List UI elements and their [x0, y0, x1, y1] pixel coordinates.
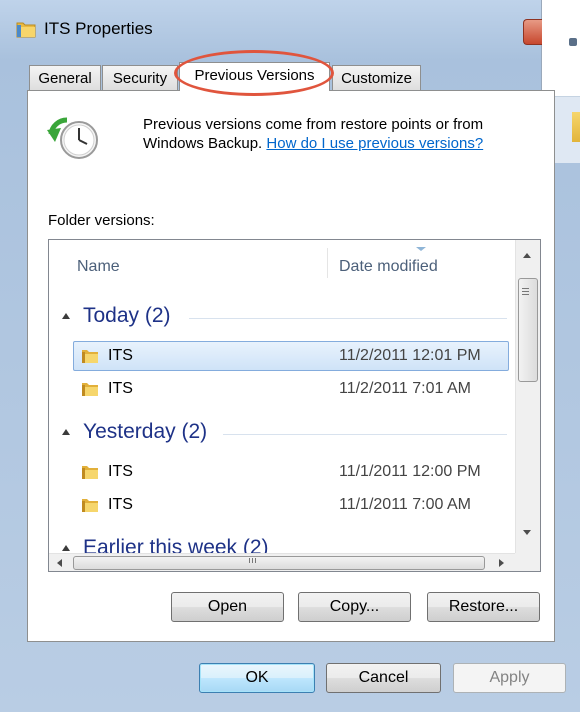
- tab-security[interactable]: Security: [102, 65, 178, 90]
- group-label: Yesterday (2): [83, 420, 208, 443]
- vertical-scrollbar[interactable]: [515, 240, 540, 553]
- scroll-left-arrow-icon[interactable]: [57, 559, 62, 567]
- ok-button[interactable]: OK: [199, 663, 315, 693]
- scrollbar-corner: [515, 553, 540, 571]
- column-header: Name Date modified: [49, 240, 515, 284]
- cancel-button-label: Cancel: [358, 669, 409, 686]
- collapse-triangle-icon[interactable]: [62, 545, 70, 551]
- folder-icon: [82, 466, 98, 479]
- tab-security-label: Security: [112, 70, 168, 87]
- copy-button[interactable]: Copy...: [298, 592, 411, 622]
- item-name: ITS: [108, 347, 133, 364]
- ok-button-label: OK: [245, 669, 269, 686]
- scroll-right-arrow-icon[interactable]: [499, 559, 504, 567]
- sort-arrow-icon: [416, 247, 426, 251]
- help-link[interactable]: How do I use previous versions?: [266, 135, 483, 152]
- apply-button-label: Apply: [489, 669, 530, 686]
- item-date: 11/2/2011 12:01 PM: [339, 347, 481, 364]
- versions-list[interactable]: Name Date modified Today (2) ITS 11/2/20…: [48, 239, 541, 572]
- folder-icon: [16, 22, 36, 38]
- group-label: Today (2): [83, 304, 171, 327]
- close-button[interactable]: [523, 19, 542, 45]
- folder-icon: [82, 499, 98, 512]
- item-name: ITS: [108, 380, 133, 397]
- tab-general-label: General: [38, 70, 92, 87]
- restore-button-label: Restore...: [448, 598, 519, 615]
- title-bar[interactable]: ITS Properties: [0, 0, 542, 60]
- open-button-label: Open: [207, 598, 248, 615]
- horizontal-scrollbar[interactable]: [49, 553, 515, 571]
- horizontal-scroll-thumb[interactable]: [73, 556, 485, 570]
- copy-button-label: Copy...: [329, 598, 380, 615]
- group-yesterday[interactable]: Yesterday (2): [49, 418, 515, 448]
- open-button[interactable]: Open: [171, 592, 284, 622]
- list-item[interactable]: ITS 11/1/2011 7:00 AM: [49, 490, 515, 520]
- tab-customize[interactable]: Customize: [332, 65, 421, 90]
- scroll-grip-icon: [522, 288, 529, 289]
- collapse-triangle-icon[interactable]: [62, 313, 70, 319]
- scroll-grip-icon: [249, 558, 250, 563]
- scroll-up-arrow-icon[interactable]: [523, 253, 531, 258]
- restore-button[interactable]: Restore...: [427, 592, 540, 622]
- apply-button[interactable]: Apply: [453, 663, 566, 693]
- tab-general[interactable]: General: [29, 65, 101, 90]
- background-folder-icon: [572, 112, 580, 142]
- folder-icon: [82, 350, 98, 363]
- column-name[interactable]: Name: [77, 258, 120, 276]
- column-separator[interactable]: [327, 248, 328, 278]
- group-divider: [189, 318, 507, 319]
- window-title: ITS Properties: [44, 19, 153, 38]
- group-divider: [223, 434, 507, 435]
- tab-previous-versions-label: Previous Versions: [194, 67, 315, 84]
- vertical-scroll-thumb[interactable]: [518, 278, 538, 382]
- column-date-modified[interactable]: Date modified: [339, 258, 438, 276]
- list-item[interactable]: ITS 11/2/2011 7:01 AM: [49, 374, 515, 404]
- item-name: ITS: [108, 496, 133, 513]
- collapse-triangle-icon[interactable]: [62, 429, 70, 435]
- scroll-down-arrow-icon[interactable]: [523, 530, 531, 535]
- tab-customize-label: Customize: [341, 70, 412, 87]
- item-date: 11/1/2011 7:00 AM: [339, 496, 471, 513]
- item-date: 11/2/2011 7:01 AM: [339, 380, 471, 397]
- item-date: 11/1/2011 12:00 PM: [339, 463, 481, 480]
- clock-restore-icon: [47, 117, 98, 159]
- tab-previous-versions[interactable]: Previous Versions: [179, 62, 330, 91]
- item-name: ITS: [108, 463, 133, 480]
- description: Previous versions come from restore poin…: [143, 115, 543, 153]
- properties-window: ITS Properties General Security Previous…: [0, 0, 580, 712]
- folder-icon: [82, 383, 98, 396]
- cancel-button[interactable]: Cancel: [326, 663, 441, 693]
- list-item[interactable]: ITS 11/1/2011 12:00 PM: [49, 457, 515, 487]
- list-item[interactable]: ITS 11/2/2011 12:01 PM: [49, 341, 515, 371]
- background-window-icon: [569, 38, 577, 46]
- folder-versions-label: Folder versions:: [48, 212, 155, 229]
- group-today[interactable]: Today (2): [49, 302, 515, 332]
